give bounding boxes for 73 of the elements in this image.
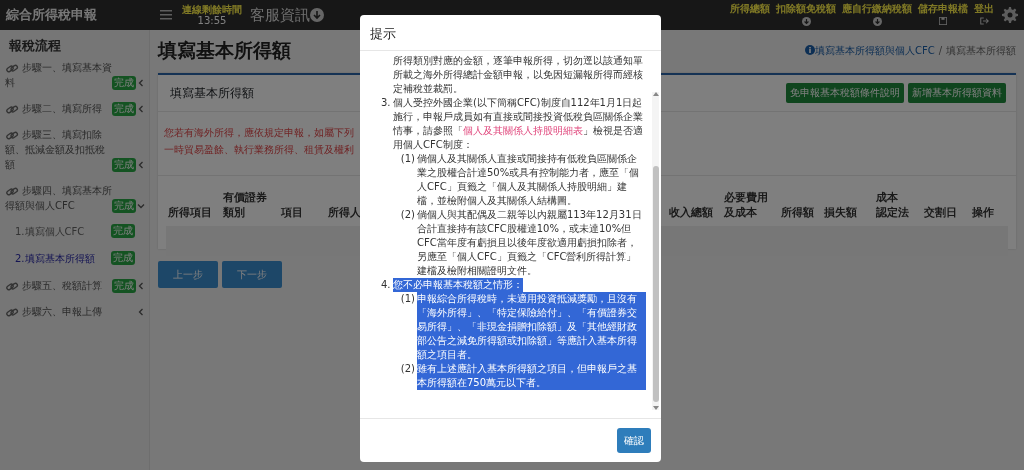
column-header: 所得人: [328, 205, 361, 218]
logout-icon[interactable]: [979, 17, 989, 25]
session-timer: 13:55: [197, 15, 227, 26]
info-icon: [804, 45, 815, 56]
list-marker: (1): [400, 293, 415, 304]
column-header: 所得額: [781, 205, 814, 218]
modal-paragraph: 您不必申報基本稅額之情形：: [393, 278, 523, 292]
column-header: 有價證券 類別: [223, 190, 267, 218]
column-header: 交割日: [924, 205, 957, 218]
toolbar-link[interactable]: 儲存申報檔: [918, 3, 968, 14]
notice-text: 您若有海外所得，應依規定申報，如屬下列: [164, 126, 354, 138]
modal-paragraph: 倘個人及其關係人直接或間接持有低稅負區關係企業之股權合計達50%或具有控制能力者，應至「個人CFC」頁籤之「個人及其關係人持股明細」建檔，並檢附個人及其關係人結構圖。: [417, 152, 641, 208]
down-circle-icon[interactable]: [310, 8, 324, 22]
menu-icon[interactable]: [160, 10, 172, 20]
page-title: 填寫基本所得額: [158, 38, 291, 63]
toolbar-link[interactable]: 扣除額免稅額: [776, 3, 836, 14]
settings-icon[interactable]: [1002, 7, 1018, 23]
chevron-left-icon[interactable]: [137, 307, 145, 316]
sidebar-title: 報稅流程: [8, 37, 61, 55]
sidebar-substep-link[interactable]: 1.填寫個人CFC: [15, 223, 111, 239]
chevron-left-icon[interactable]: [137, 281, 145, 290]
column-header: 所得項目: [168, 205, 212, 218]
toolbar-link[interactable]: 應自行繳納稅額: [842, 3, 912, 14]
scroll-up-icon[interactable]: [652, 92, 659, 96]
document-link[interactable]: 個人及其關係人持股明細表: [463, 125, 583, 136]
modal-paragraph: 所得類別對應的金額，逐筆申報所得，切勿逕以該通知單所載之海外所得總計金額申報，以免因短漏報所得而經核定補稅並裁罰。: [393, 54, 644, 96]
scrollbar-thumb[interactable]: [652, 166, 659, 402]
card-title: 填寫基本所得額: [170, 84, 254, 102]
status-badge: 完成: [111, 251, 135, 265]
modal-paragraph: 倘個人與其配偶及二親等以內親屬113年12月31日合計直接持有該CFC股權達10%，或未達10%但CFC當年度有虧損且以後年度欲適用虧損扣除者，另應至「個人CFC」頁籤之「CFC營利所得計算」建檔及檢附相關證明文件。: [417, 208, 643, 278]
column-header: 成本 認定法: [876, 190, 909, 218]
list-marker: (1): [400, 153, 415, 164]
status-badge: 完成: [112, 157, 136, 172]
toolbar-link[interactable]: 所得總額: [730, 3, 770, 14]
column-header: 損失額: [824, 205, 857, 218]
status-badge: 完成: [112, 101, 136, 116]
add-record-button[interactable]: 新增基本所得額資料: [908, 82, 1006, 103]
conditions-button[interactable]: 免申報基本稅額條件說明: [786, 82, 904, 103]
down-circle-icon[interactable]: [801, 17, 811, 26]
modal-paragraph: 個人受控外國企業(以下簡稱CFC)制度自112年1月1日起施行，申報戶成員如有直接或間接投資低稅負區關係企業情事，請參照「個人及其關係人持股明細表」檢視是否適用個人CFC制度：: [393, 96, 644, 152]
modal-paragraph: 雖有上述應計入基本所得額之項目，但申報戶之基本所得額在750萬元以下者。: [417, 362, 646, 390]
sidebar-step-link[interactable]: 步驟三、填寫扣除額、抵減金額及扣抵稅額: [5, 126, 112, 172]
list-marker: (2): [400, 363, 415, 374]
column-header: 必要費用 及成本: [724, 190, 768, 218]
customer-service-link[interactable]: 客服資訊: [250, 3, 310, 27]
list-marker: 3.: [381, 97, 391, 108]
confirm-button[interactable]: 確認: [617, 428, 651, 453]
sidebar-step-link[interactable]: 步驟四、填寫基本所得額與個人CFC: [5, 182, 112, 213]
status-badge: 完成: [112, 75, 136, 90]
status-badge: 完成: [112, 198, 136, 213]
toolbar-link[interactable]: 登出: [974, 3, 994, 14]
sidebar-step-link[interactable]: 步驟五、稅額計算: [5, 277, 112, 293]
column-header: 項目: [281, 205, 303, 218]
app-title: 綜合所得稅申報: [5, 6, 98, 25]
dialog-title: 提示: [370, 26, 396, 41]
chevron-left-icon[interactable]: [137, 104, 145, 113]
status-badge: 完成: [111, 224, 135, 238]
down-circle-icon[interactable]: [872, 17, 882, 26]
list-marker: (2): [400, 209, 415, 220]
status-badge: 完成: [112, 278, 136, 293]
save-icon[interactable]: [939, 17, 947, 25]
scroll-down-icon[interactable]: [652, 406, 659, 410]
session-timer-label: 連線剩餘時間: [182, 4, 242, 15]
column-header: 收入總額: [669, 205, 713, 218]
breadcrumb-link[interactable]: 填寫基本所得額與個人CFC: [814, 42, 935, 58]
sidebar-substep-link[interactable]: 2.填寫基本所得額: [15, 250, 111, 266]
chevron-left-icon[interactable]: [137, 78, 145, 87]
chevron-down-icon[interactable]: [137, 201, 145, 210]
column-header: 操作: [972, 205, 994, 218]
chevron-left-icon[interactable]: [137, 160, 145, 169]
modal-paragraph: 申報綜合所得稅時，未適用投資抵減獎勵，且沒有「海外所得」、「特定保險給付」、「有價證券交易所得」、「非現金捐贈扣除額」及「其他經財政部公告之減免所得額或扣除額」等應計入基本所得額之項目者。: [417, 292, 646, 362]
list-marker: 4.: [381, 279, 391, 290]
breadcrumb-separator: /: [938, 43, 942, 58]
